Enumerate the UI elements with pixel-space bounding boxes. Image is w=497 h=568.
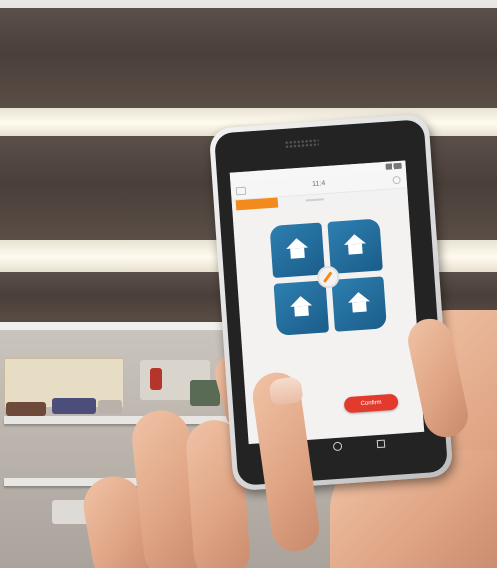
tab-inactive[interactable] bbox=[294, 193, 337, 206]
shelf-item bbox=[52, 398, 96, 414]
home-button-icon[interactable] bbox=[332, 441, 343, 452]
tab-active[interactable] bbox=[235, 197, 279, 211]
home-icon bbox=[285, 237, 308, 260]
blind-stripe bbox=[0, 8, 497, 110]
confirm-button[interactable]: Confirm bbox=[343, 393, 399, 414]
home-sun-icon bbox=[290, 295, 313, 318]
settings-icon[interactable] bbox=[392, 175, 401, 185]
scene-tile-day[interactable] bbox=[273, 280, 330, 336]
knob-indicator-icon bbox=[322, 271, 333, 283]
home-cloud-icon bbox=[347, 291, 370, 314]
earpiece-speaker bbox=[284, 138, 320, 149]
home-night-icon bbox=[343, 233, 366, 256]
scene-tile-night[interactable] bbox=[327, 218, 383, 274]
shelf-item bbox=[150, 368, 162, 390]
photo-scene: 11:4 Confirm bbox=[0, 0, 497, 568]
smartphone: 11:4 Confirm bbox=[208, 113, 454, 492]
shelf-item bbox=[190, 380, 220, 406]
battery-icon bbox=[385, 162, 402, 170]
recent-apps-icon[interactable] bbox=[376, 439, 386, 449]
scene-grid bbox=[269, 218, 387, 336]
phone-bezel: 11:4 Confirm bbox=[213, 119, 449, 486]
scene-tile-cloud[interactable] bbox=[331, 276, 387, 332]
scene-tile-home[interactable] bbox=[269, 222, 326, 278]
shelf-item bbox=[6, 402, 46, 416]
thumbnail-nail bbox=[268, 375, 304, 407]
shelf-item bbox=[98, 400, 122, 414]
